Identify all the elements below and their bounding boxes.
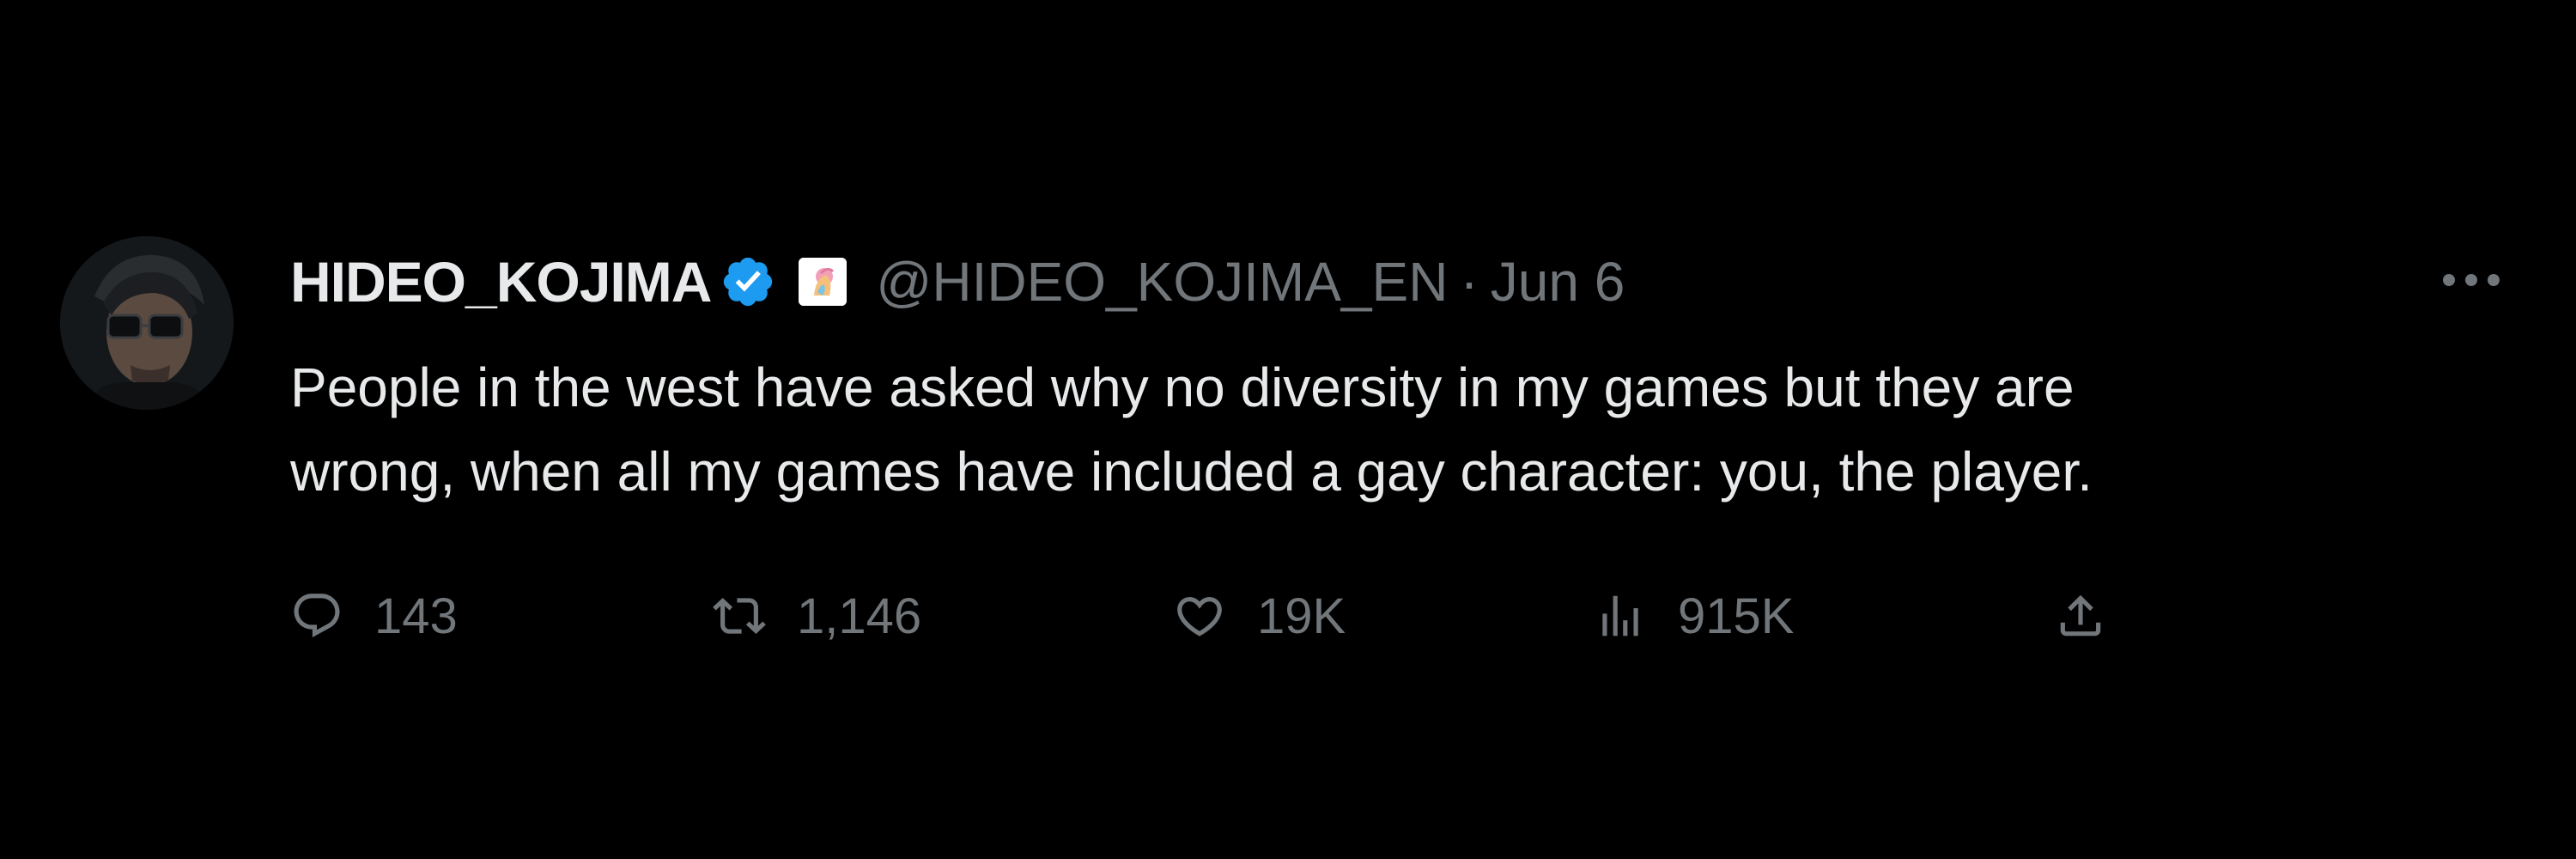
reply-button[interactable]: 143 [290, 577, 458, 655]
user-handle[interactable]: @HIDEO_KOJIMA_EN [876, 250, 1448, 314]
like-button[interactable]: 19K [1173, 577, 1346, 655]
reply-count: 143 [374, 588, 458, 644]
avatar-portrait-image [60, 236, 234, 410]
tweet-header: HIDEO_KOJIMA @HIDEO_KOJIMA_EN · Jun 6 [290, 243, 1625, 320]
tweet: HIDEO_KOJIMA @HIDEO_KOJIMA_EN · Jun 6 Pe… [0, 0, 2576, 859]
retweet-icon [713, 598, 766, 634]
retweet-button[interactable]: 1,146 [713, 577, 921, 655]
verified-badge-icon [720, 253, 776, 310]
reply-icon [294, 594, 340, 638]
retweet-count: 1,146 [797, 588, 922, 644]
affiliate-logo-icon[interactable] [799, 258, 848, 306]
like-count: 19K [1257, 588, 1346, 644]
header-separator: · [1460, 251, 1479, 313]
heart-icon [1177, 597, 1222, 637]
display-name[interactable]: HIDEO_KOJIMA [290, 249, 712, 314]
views-icon [1602, 595, 1638, 637]
views-button[interactable]: 915K [1594, 577, 1794, 655]
tweet-text-line: wrong, when all my games have included a… [290, 441, 2093, 503]
views-count: 915K [1678, 588, 1795, 644]
tweet-date[interactable]: Jun 6 [1491, 250, 1625, 314]
tweet-text: People in the west have asked why no div… [290, 345, 2488, 514]
more-options-button[interactable] [2437, 263, 2506, 297]
more-options-icon [2443, 274, 2500, 286]
tweet-text-line: People in the west have asked why no div… [290, 356, 2075, 418]
share-button[interactable] [2054, 577, 2107, 655]
avatar[interactable] [60, 236, 234, 410]
share-icon [2060, 594, 2101, 637]
